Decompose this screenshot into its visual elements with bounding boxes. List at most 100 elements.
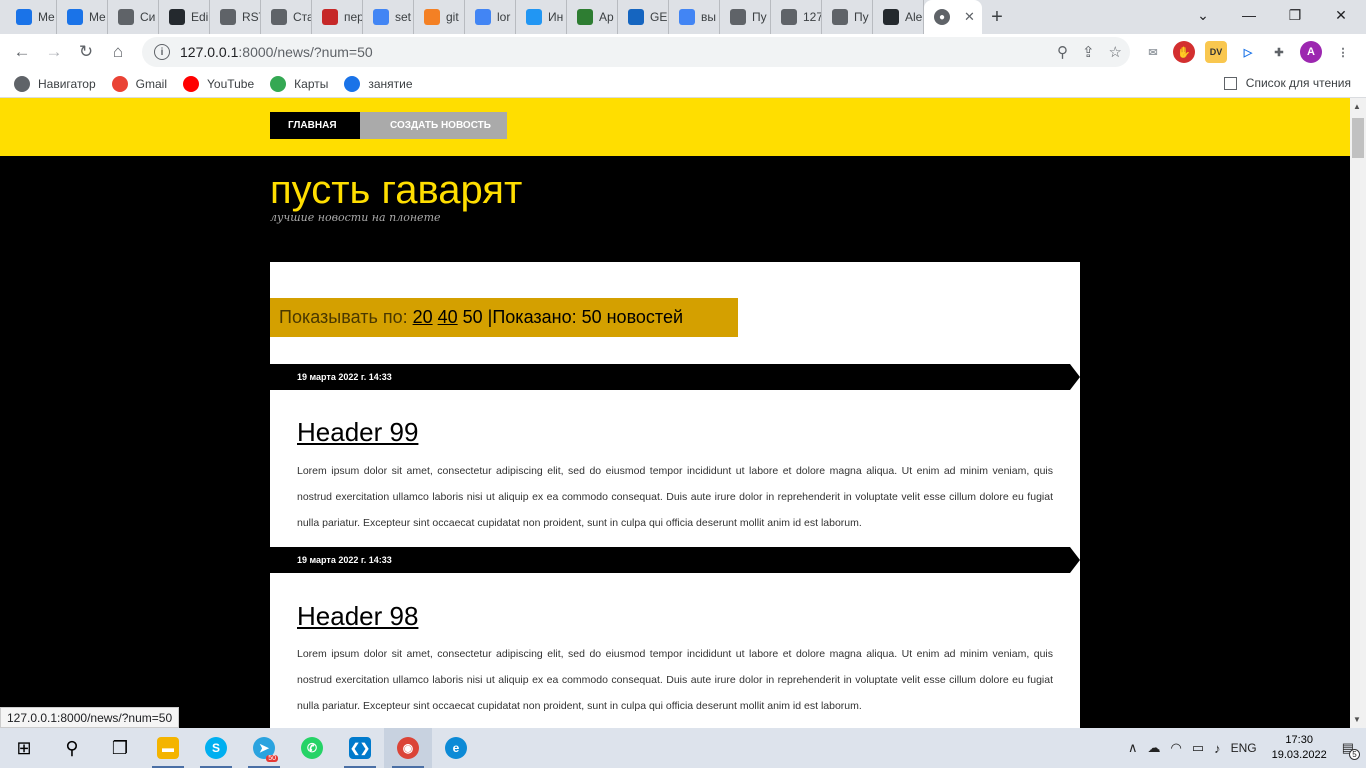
- tab-8[interactable]: git: [414, 0, 465, 34]
- tab-3[interactable]: Edi: [159, 0, 210, 34]
- tab-9[interactable]: lor: [465, 0, 516, 34]
- chevron-up-icon[interactable]: ∧: [1128, 740, 1138, 756]
- tab-7[interactable]: set: [363, 0, 414, 34]
- bookmark-0[interactable]: Навигатор: [14, 75, 96, 92]
- tab-12[interactable]: GE: [618, 0, 669, 34]
- reading-list-icon: [1223, 76, 1237, 90]
- taskbar-chrome[interactable]: ◉: [384, 728, 432, 768]
- translate-icon: [322, 9, 338, 25]
- menu-icon[interactable]: ⋮: [1332, 41, 1354, 63]
- adblock-icon[interactable]: ✋: [1173, 41, 1195, 63]
- nav-create-news-link[interactable]: СОЗДАТЬ НОВОСТЬ: [360, 112, 507, 139]
- task-view-icon: ❐: [111, 737, 129, 758]
- web-page: ГЛАВНАЯ СОЗДАТЬ НОВОСТЬ пусть гаварят лу…: [0, 98, 1350, 728]
- taskbar-edge[interactable]: e: [432, 728, 480, 768]
- chat-icon: [67, 9, 83, 25]
- site-info-icon[interactable]: i: [154, 44, 170, 60]
- new-tab-button[interactable]: +: [982, 0, 1012, 34]
- scroll-down-icon[interactable]: ▼: [1353, 715, 1361, 724]
- dv-extension-icon[interactable]: DV: [1205, 41, 1227, 63]
- clock[interactable]: 17:30 19.03.2022: [1272, 733, 1327, 763]
- bookmarks-bar: Навигатор Gmail YouTube Карты занятие Список…: [0, 70, 1366, 98]
- skype-icon: S: [205, 737, 227, 759]
- forward-button[interactable]: →: [38, 36, 70, 68]
- google-icon: [475, 9, 491, 25]
- page-size-40-link[interactable]: 40: [438, 307, 458, 328]
- tab-label: 127: [803, 10, 822, 24]
- tab-2[interactable]: Си: [108, 0, 159, 34]
- tab-6[interactable]: пер: [312, 0, 363, 34]
- tab-label: Me: [89, 10, 106, 24]
- tab-17[interactable]: Ale: [873, 0, 924, 34]
- news-title-link[interactable]: Header 98: [297, 601, 418, 632]
- news-date: 19 марта 2022 г. 14:33: [270, 547, 1080, 573]
- search-button[interactable]: ⚲: [48, 728, 96, 768]
- profile-avatar[interactable]: A: [1300, 41, 1322, 63]
- language-indicator[interactable]: ENG: [1231, 741, 1257, 755]
- taskbar-telegram[interactable]: ➤ 50: [240, 728, 288, 768]
- tab-strip: Me Me Си Edi RST Ста пер set git lor Ин Ap GE вы Пу 127…: [0, 0, 1366, 34]
- home-button[interactable]: ⌂: [102, 36, 134, 68]
- clock-date: 19.03.2022: [1271, 749, 1327, 761]
- bookmark-label: занятие: [368, 76, 413, 91]
- volume-icon[interactable]: ♪: [1214, 741, 1221, 756]
- tab-label: GE: [650, 10, 668, 24]
- tab-active[interactable]: ● ✕: [924, 0, 982, 34]
- bookmark-label: YouTube: [207, 76, 255, 91]
- taskbar-whatsapp[interactable]: ✆: [288, 728, 336, 768]
- globe-icon: [832, 9, 848, 25]
- close-window-button[interactable]: ✕: [1318, 0, 1364, 30]
- puzzle-icon[interactable]: ✚: [1268, 41, 1290, 63]
- tab-10[interactable]: Ин: [516, 0, 567, 34]
- news-title-link[interactable]: Header 99: [297, 417, 418, 448]
- network-sync-icon[interactable]: ☁: [1147, 740, 1160, 756]
- bookmark-1[interactable]: Gmail: [111, 75, 167, 92]
- battery-icon[interactable]: ▭: [1192, 740, 1204, 756]
- tab-0[interactable]: Me: [6, 0, 57, 34]
- zoom-icon[interactable]: ⚲: [1057, 43, 1068, 61]
- tab-search-icon[interactable]: ⌄: [1180, 0, 1226, 30]
- play-extension-icon[interactable]: ▷: [1237, 41, 1259, 63]
- reload-button[interactable]: ↻: [70, 36, 102, 68]
- shown-count: |Показано: 50 новостей: [487, 307, 684, 327]
- tab-11[interactable]: Ap: [567, 0, 618, 34]
- github-icon: [169, 9, 185, 25]
- task-view-button[interactable]: ❐: [96, 728, 144, 768]
- bookmark-2[interactable]: YouTube: [183, 75, 255, 92]
- tab-4[interactable]: RST: [210, 0, 261, 34]
- taskbar-explorer[interactable]: ▬: [144, 728, 192, 768]
- taskbar-vscode[interactable]: ❮❯: [336, 728, 384, 768]
- wifi-icon[interactable]: ◠: [1170, 740, 1181, 756]
- tab-15[interactable]: 127: [771, 0, 822, 34]
- tab-5[interactable]: Ста: [261, 0, 312, 34]
- bookmark-4[interactable]: занятие: [344, 75, 413, 92]
- notification-center-icon[interactable]: ▤ 5: [1342, 740, 1360, 760]
- page-size-20-link[interactable]: 20: [413, 307, 433, 328]
- tab-16[interactable]: Пу: [822, 0, 873, 34]
- close-tab-icon[interactable]: ✕: [964, 9, 975, 25]
- taskbar-skype[interactable]: S: [192, 728, 240, 768]
- nav-home-link[interactable]: ГЛАВНАЯ: [270, 112, 373, 139]
- start-button[interactable]: ⊞: [0, 728, 48, 768]
- news-body: Lorem ipsum dolor sit amet, consectetur …: [297, 648, 1053, 712]
- clock-time: 17:30: [1285, 734, 1313, 746]
- scrollbar-thumb[interactable]: [1352, 118, 1364, 158]
- share-icon[interactable]: ⇪: [1082, 43, 1095, 61]
- extension-icon[interactable]: ✉: [1142, 41, 1164, 63]
- bookmark-star-icon[interactable]: ☆: [1109, 43, 1122, 61]
- scroll-up-icon[interactable]: ▲: [1353, 102, 1361, 111]
- tab-14[interactable]: Пу: [720, 0, 771, 34]
- address-bar[interactable]: i 127.0.0.1:8000/news/?num=50 ⚲ ⇪ ☆: [142, 37, 1130, 67]
- bookmark-label: Gmail: [135, 76, 167, 91]
- page-scrollbar[interactable]: ▲ ▼: [1350, 98, 1366, 728]
- reading-list-button[interactable]: Список для чтения: [1223, 76, 1351, 90]
- tab-label: Пу: [854, 10, 869, 24]
- bookmark-3[interactable]: Карты: [270, 75, 328, 92]
- maximize-button[interactable]: ❐: [1272, 0, 1318, 30]
- back-button[interactable]: ←: [6, 36, 38, 68]
- system-tray: ∧ ☁ ◠ ▭ ♪ ENG 17:30 19.03.2022 ▤ 5: [1123, 728, 1366, 768]
- page-size-selector: Показывать по: 20 40 50 |Показано: 50 но…: [270, 298, 738, 337]
- tab-13[interactable]: вы: [669, 0, 720, 34]
- tab-1[interactable]: Me: [57, 0, 108, 34]
- minimize-button[interactable]: —: [1226, 0, 1272, 30]
